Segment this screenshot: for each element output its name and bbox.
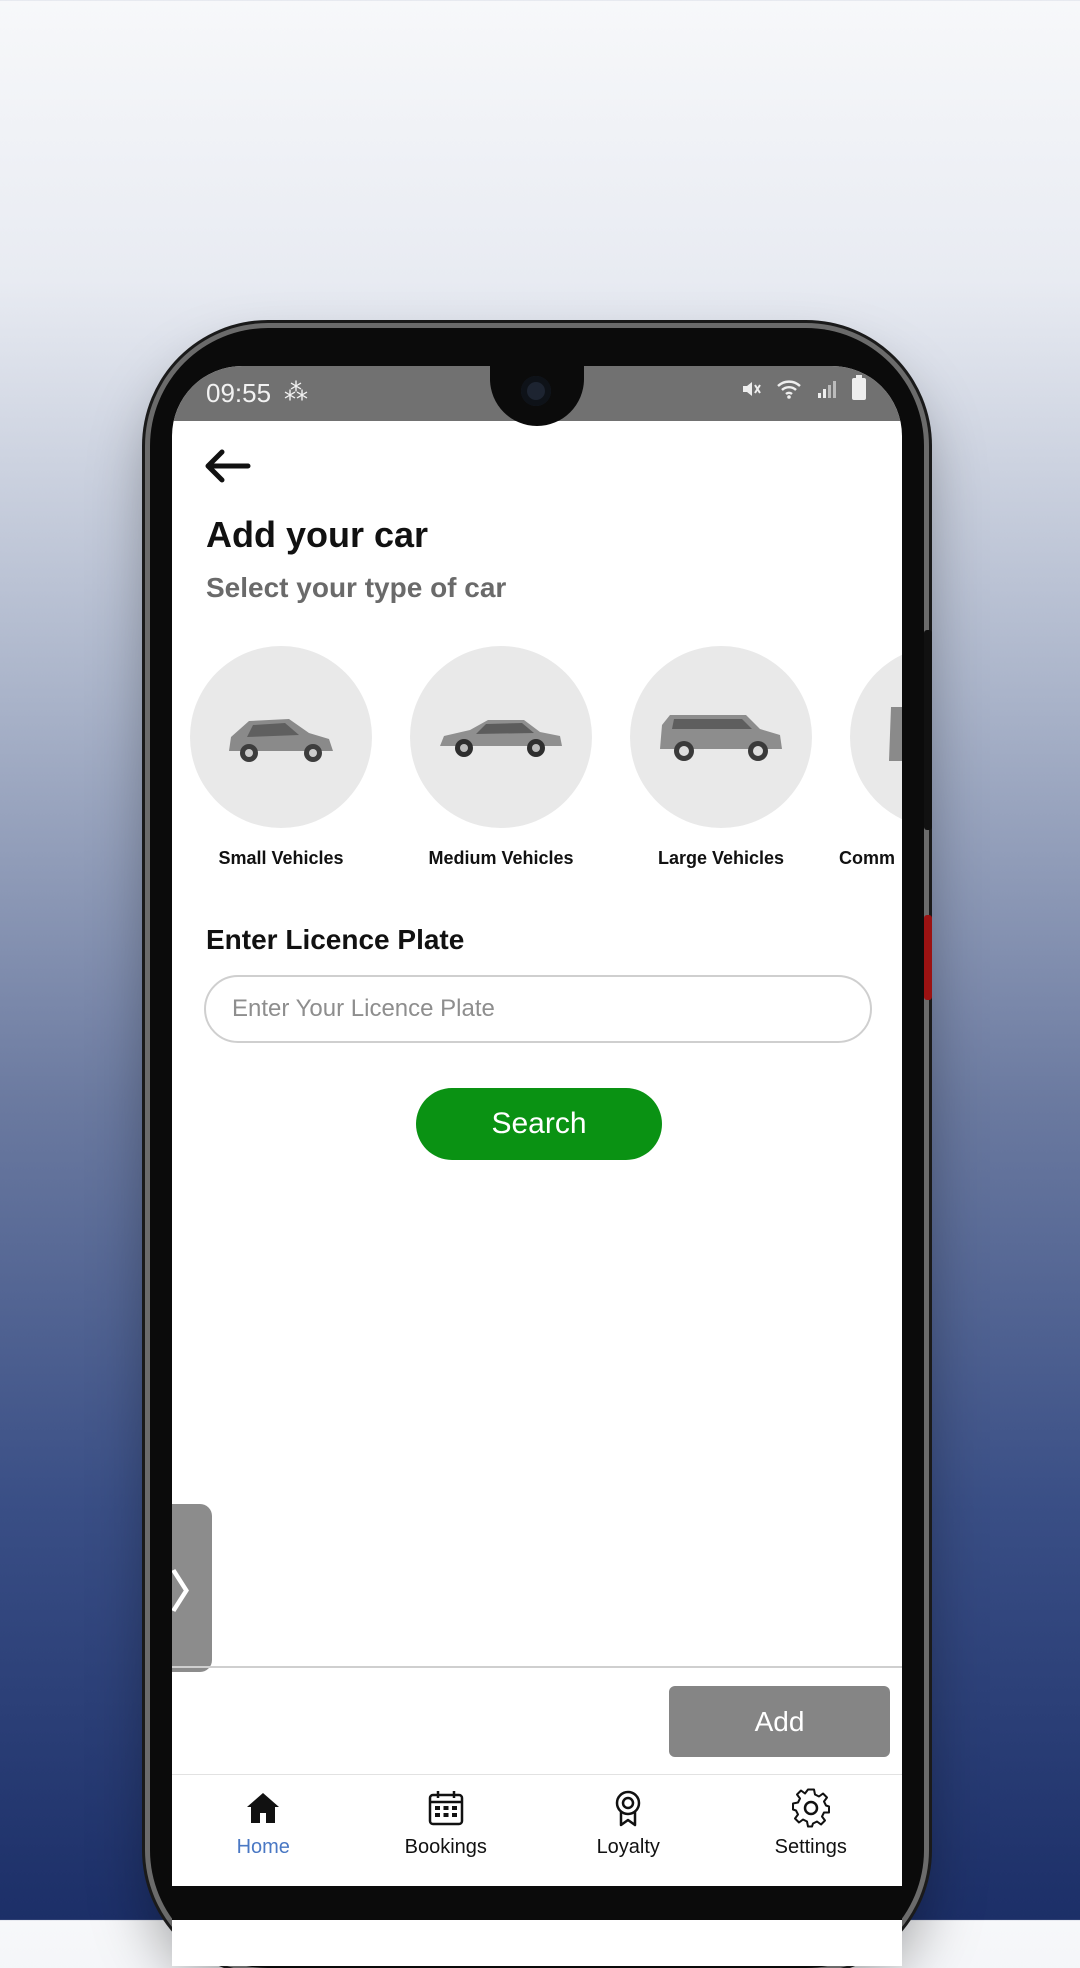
vehicle-image-medium <box>410 646 592 828</box>
nav-label-settings: Settings <box>774 1836 847 1858</box>
vehicle-type-commercial[interactable]: Comm <box>839 646 902 869</box>
drawer-toggle[interactable]: 〉 <box>172 1504 214 1672</box>
award-icon <box>616 1790 641 1827</box>
nav-bookings[interactable]: Bookings <box>355 1776 538 1886</box>
bottom-navigation: Home Bookings Loyalty Settings <box>172 1776 902 1886</box>
nav-label-bookings: Bookings <box>404 1836 487 1858</box>
vehicle-image-small <box>190 646 372 828</box>
nav-settings[interactable]: Settings <box>720 1776 903 1886</box>
page-subtitle: Select your type of car <box>206 572 507 603</box>
wifi-icon <box>777 380 801 399</box>
vehicle-type-small[interactable]: Small Vehicles <box>181 646 381 869</box>
chevron-right-icon: 〉 <box>172 1568 214 1617</box>
van-icon <box>889 707 902 761</box>
licence-plate-label: Enter Licence Plate <box>206 924 465 955</box>
footer-divider <box>172 1666 902 1668</box>
search-button[interactable]: Search <box>416 1088 662 1160</box>
nav-loyalty[interactable]: Loyalty <box>537 1776 720 1886</box>
camera-notch <box>490 366 584 426</box>
medium-car-icon <box>440 720 562 757</box>
battery-icon <box>852 375 866 400</box>
front-camera <box>521 376 551 406</box>
vehicle-label-commercial: Comm <box>839 848 896 868</box>
gear-icon <box>791 1788 830 1828</box>
phone-bottom-bezel <box>172 1886 902 1920</box>
nav-divider <box>172 1774 902 1775</box>
status-time: 09:55 <box>206 378 272 408</box>
calendar-icon <box>428 1791 463 1826</box>
add-button[interactable]: Add <box>669 1686 890 1757</box>
vehicle-type-large[interactable]: Large Vehicles <box>621 646 821 869</box>
small-car-icon <box>229 719 333 762</box>
vehicle-label-large: Large Vehicles <box>657 848 785 868</box>
home-icon <box>247 1793 280 1823</box>
large-car-icon <box>660 715 782 761</box>
licence-plate-input[interactable] <box>204 975 872 1043</box>
vehicle-label-medium: Medium Vehicles <box>428 848 574 868</box>
vehicle-image-commercial <box>850 646 902 828</box>
mute-icon <box>743 382 761 396</box>
power-button <box>924 630 932 830</box>
vehicle-image-large <box>630 646 812 828</box>
back-arrow-icon[interactable] <box>202 446 252 486</box>
vehicle-label-small: Small Vehicles <box>218 848 344 868</box>
nav-label-loyalty: Loyalty <box>596 1836 660 1858</box>
signal-icon <box>818 381 836 398</box>
magic-wand-icon: ⁂ <box>284 379 308 406</box>
page-title: Add your car <box>206 514 429 555</box>
status-bar: 09:55 ⁂ <box>172 366 902 426</box>
nav-home[interactable]: Home <box>172 1776 355 1886</box>
app-screen: 09:55 ⁂ Add your car Select your type of… <box>172 366 902 1966</box>
nav-label-home: Home <box>236 1836 290 1858</box>
side-key <box>924 915 932 1000</box>
status-icons <box>740 375 866 400</box>
vehicle-type-medium[interactable]: Medium Vehicles <box>401 646 601 869</box>
